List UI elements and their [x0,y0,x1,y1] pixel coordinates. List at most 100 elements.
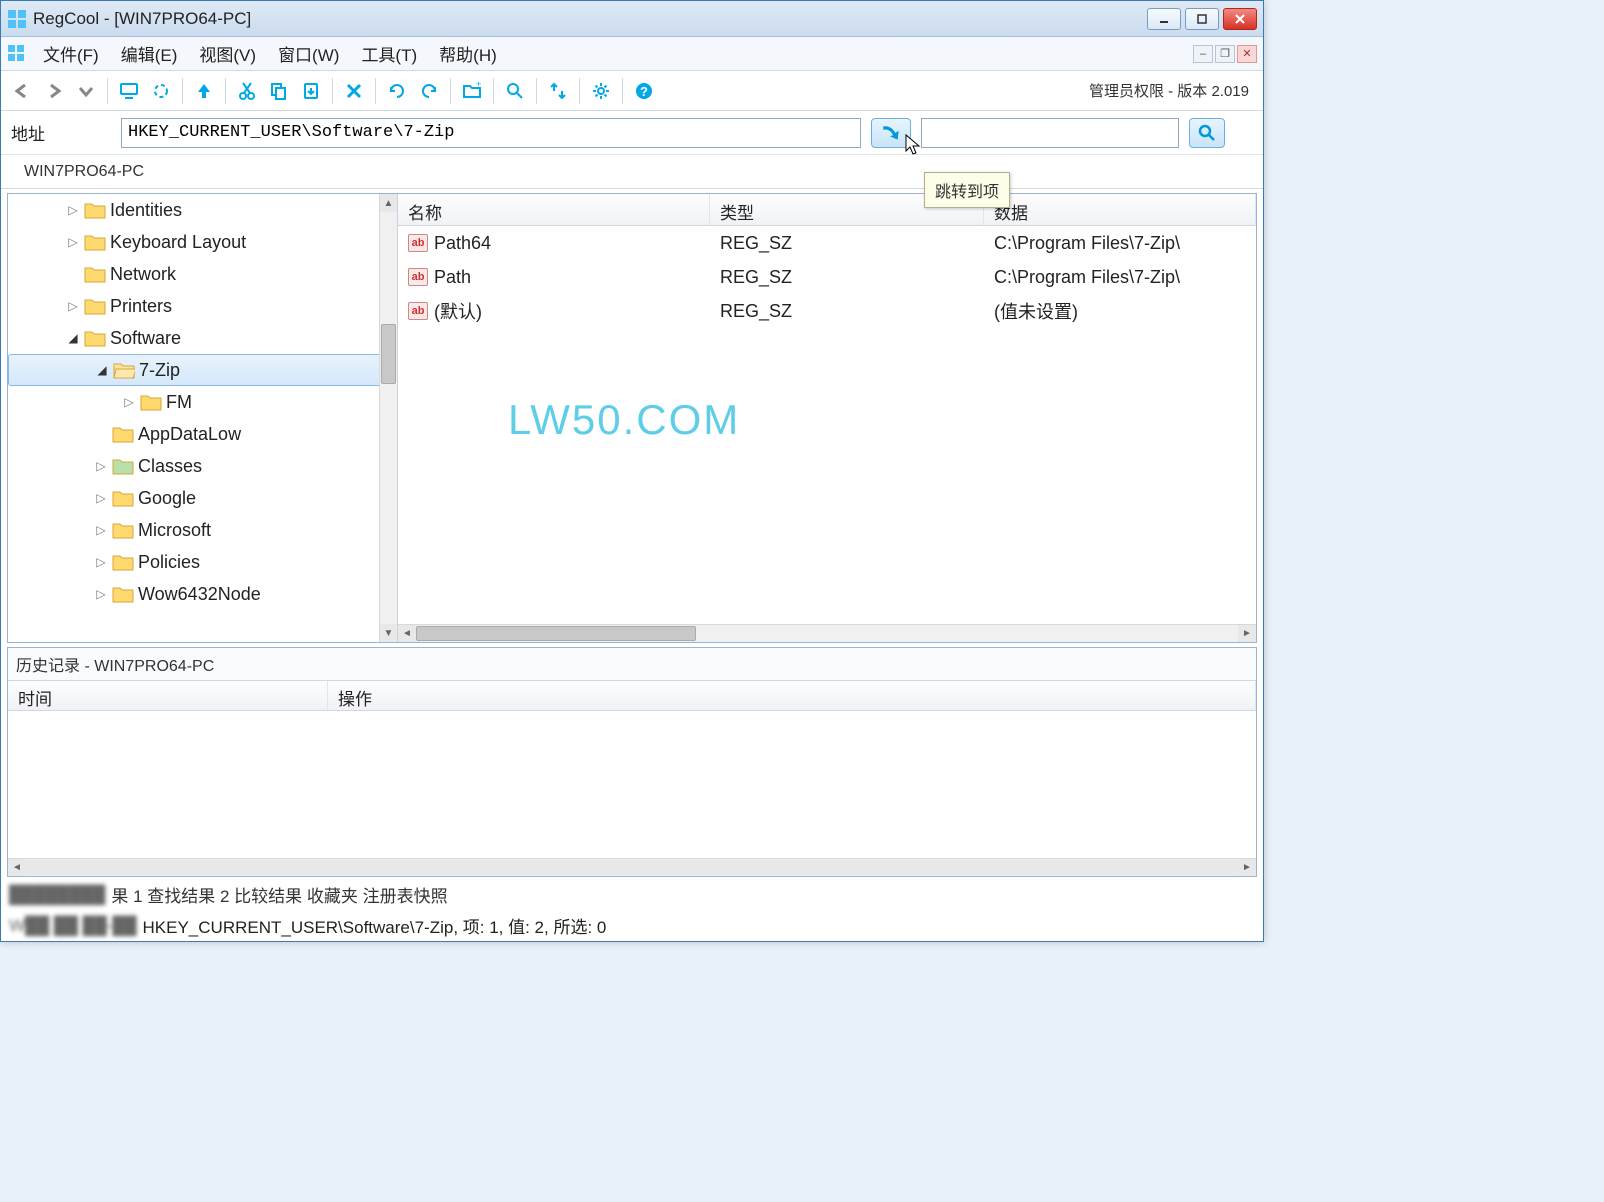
tree-item[interactable]: ▷ Google [8,482,397,514]
chevron-right-icon[interactable]: ▷ [94,491,108,505]
chevron-right-icon[interactable]: ▷ [66,203,80,217]
search-icon[interactable] [502,78,528,104]
tree-item[interactable]: ▷Identities [8,194,397,226]
scroll-up-icon[interactable]: ▲ [380,194,397,212]
value-name: (默认) [434,298,482,324]
toolbar-separator [107,78,108,104]
list-hscrollbar[interactable]: ◄ ► [398,624,1256,642]
tree-item[interactable]: ▷Policies [8,546,397,578]
svg-text:+: + [476,81,481,89]
scroll-left-icon[interactable]: ◄ [8,859,26,876]
menubar: 文件(F) 编辑(E) 视图(V) 窗口(W) 工具(T) 帮助(H) – ❐ … [1,37,1263,71]
menu-view[interactable]: 视图(V) [189,37,266,70]
help-icon[interactable]: ? [631,78,657,104]
paste-icon[interactable] [298,78,324,104]
tree-item-label: Network [110,264,176,285]
tree-item[interactable]: Network [8,258,397,290]
cell-data: (值未设置) [984,298,1256,324]
tree-item[interactable]: ▷Microsoft [8,514,397,546]
list-row[interactable]: abPathREG_SZC:\Program Files\7-Zip\ [398,260,1256,294]
folder-icon [112,521,134,539]
chevron-right-icon[interactable]: ▷ [122,395,136,409]
close-button[interactable] [1223,8,1257,30]
chevron-right-icon[interactable]: ▷ [94,587,108,601]
nav-back-button[interactable] [9,78,35,104]
tree-item[interactable]: AppDataLow [8,418,397,450]
mdi-restore-button[interactable]: ❐ [1215,45,1235,63]
copy-icon[interactable] [266,78,292,104]
computer-icon[interactable] [116,78,142,104]
chevron-right-icon[interactable]: ▷ [94,555,108,569]
scroll-right-icon[interactable]: ► [1238,625,1256,642]
chevron-right-icon[interactable]: ▷ [66,299,80,313]
folder-icon [112,425,134,443]
tree-item[interactable]: ▷ FM [8,386,397,418]
cell-type: REG_SZ [710,267,984,288]
chevron-right-icon[interactable]: ▷ [66,235,80,249]
nav-dropdown-button[interactable] [73,78,99,104]
chevron-right-icon[interactable]: ▷ [94,523,108,537]
scroll-thumb[interactable] [416,626,696,641]
tree-item[interactable]: ▷Wow6432Node [8,578,397,610]
tree-item[interactable]: ◢ Software [8,322,397,354]
redo-icon[interactable] [416,78,442,104]
app-window: RegCool - [WIN7PRO64-PC] 文件(F) 编辑(E) 视图(… [0,0,1264,942]
delete-icon[interactable] [341,78,367,104]
minimize-button[interactable] [1147,8,1181,30]
menu-tools[interactable]: 工具(T) [351,37,427,70]
go-button[interactable] [871,118,911,148]
folder-icon [84,233,106,251]
refresh-icon[interactable] [148,78,174,104]
chevron-right-icon[interactable]: ▷ [94,459,108,473]
up-button[interactable] [191,78,217,104]
menu-edit[interactable]: 编辑(E) [111,37,188,70]
tree-item-label: Software [110,328,181,349]
menu-window[interactable]: 窗口(W) [268,37,349,70]
list-row[interactable]: abPath64REG_SZC:\Program Files\7-Zip\ [398,226,1256,260]
bottom-tabs[interactable]: ████████ 果 1 查找结果 2 比较结果 收藏夹 注册表快照 [1,879,1263,910]
mdi-minimize-button[interactable]: – [1193,45,1213,63]
toolbar-separator [225,78,226,104]
new-folder-icon[interactable]: + [459,78,485,104]
history-col-time[interactable]: 时间 [8,681,328,710]
chevron-down-icon[interactable]: ◢ [95,363,109,377]
maximize-button[interactable] [1185,8,1219,30]
scroll-down-icon[interactable]: ▼ [380,624,397,642]
search-button[interactable] [1189,118,1225,148]
scroll-right-icon[interactable]: ► [1238,859,1256,876]
menu-file[interactable]: 文件(F) [33,37,109,70]
list-row[interactable]: ab(默认)REG_SZ(值未设置) [398,294,1256,328]
tree-item-label: Google [138,488,196,509]
scroll-thumb[interactable] [26,860,1238,875]
tree-item[interactable]: ◢7-Zip [8,354,397,386]
col-name[interactable]: 名称 [398,194,710,225]
connection-tabs: WIN7PRO64-PC [1,155,1263,189]
folder-icon [112,585,134,603]
tree-item[interactable]: ▷Printers [8,290,397,322]
tree-item[interactable]: ▷Keyboard Layout [8,226,397,258]
history-col-operation[interactable]: 操作 [328,681,1256,710]
chevron-down-icon[interactable]: ◢ [66,331,80,345]
titlebar[interactable]: RegCool - [WIN7PRO64-PC] [1,1,1263,37]
go-button-tooltip: 跳转到项 [924,172,1010,208]
nav-forward-button[interactable] [41,78,67,104]
undo-icon[interactable] [384,78,410,104]
cell-name: abPath [398,267,710,288]
tree-item-label: FM [166,392,192,413]
compare-icon[interactable] [545,78,571,104]
mdi-close-button[interactable]: ✕ [1237,45,1257,63]
bottom-tabs-text: 果 1 查找结果 2 比较结果 收藏夹 注册表快照 [111,882,447,907]
col-data[interactable]: 数据 [984,194,1256,225]
scroll-left-icon[interactable]: ◄ [398,625,416,642]
tab-computer[interactable]: WIN7PRO64-PC [9,156,159,188]
cut-icon[interactable] [234,78,260,104]
history-hscrollbar[interactable]: ◄ ► [8,858,1256,876]
tree-scrollbar[interactable]: ▲ ▼ [379,194,397,642]
address-input[interactable] [121,118,861,148]
search-input[interactable] [921,118,1179,148]
tree-item[interactable]: ▷Classes [8,450,397,482]
settings-icon[interactable] [588,78,614,104]
scroll-thumb[interactable] [381,324,396,384]
menu-help[interactable]: 帮助(H) [429,37,507,70]
cell-name: abPath64 [398,233,710,254]
